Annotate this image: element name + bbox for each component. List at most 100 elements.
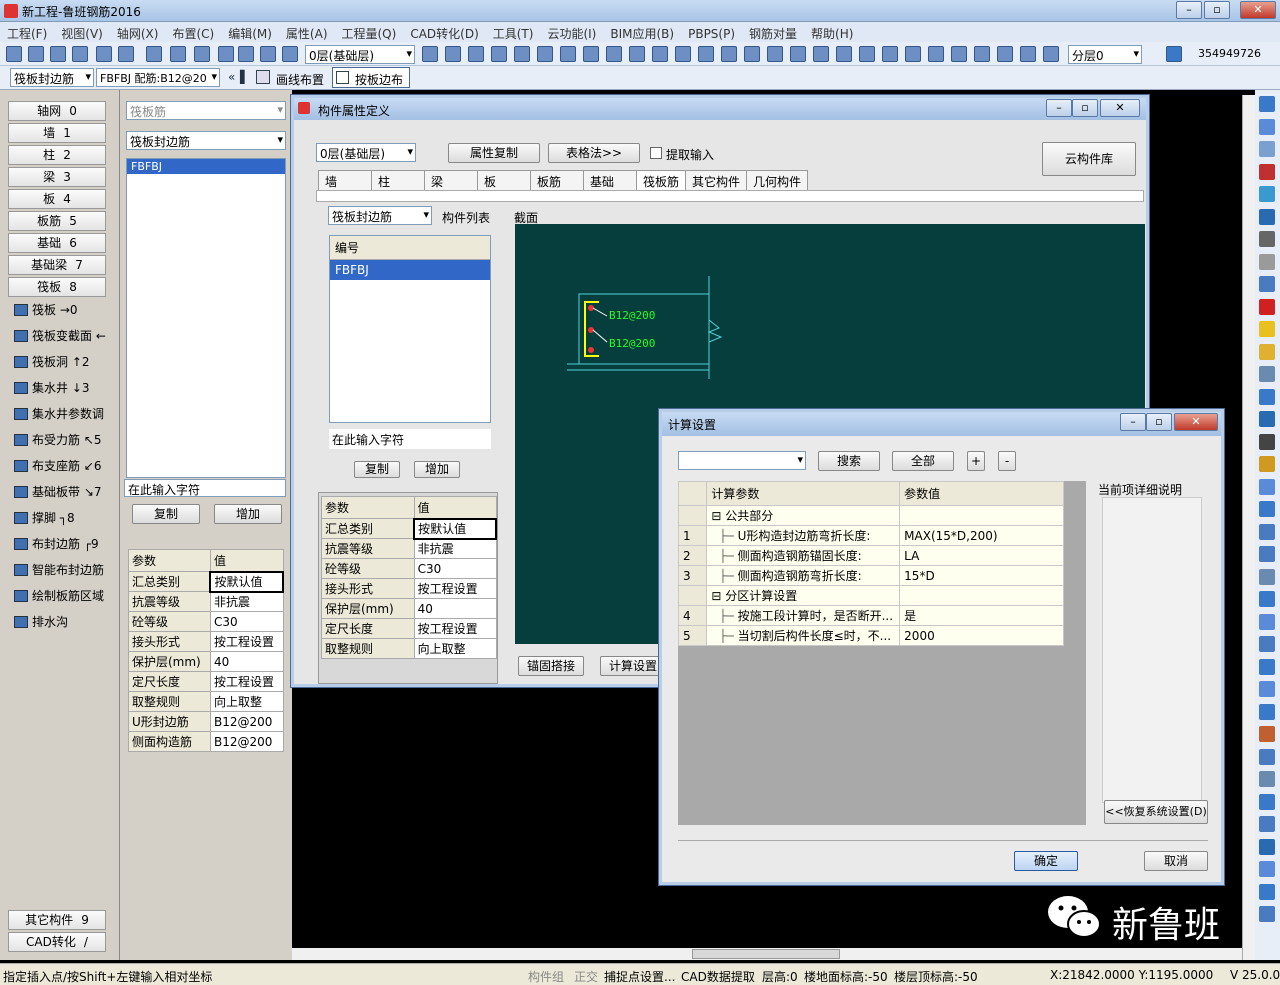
toolbar-tool-icon[interactable] — [836, 46, 852, 62]
toolbar-tool-icon[interactable] — [96, 46, 112, 62]
toolbar-tool-icon[interactable] — [514, 46, 530, 62]
toolbar-tool-icon[interactable] — [905, 46, 921, 62]
cancel-button[interactable]: 取消 — [1144, 851, 1208, 871]
category-button[interactable]: 筏板 8 — [8, 277, 106, 297]
toolbar-tool-icon[interactable] — [721, 46, 737, 62]
tool-icon[interactable] — [1259, 546, 1275, 562]
subitem-button[interactable]: 绘制板筋区域 — [14, 586, 104, 606]
dialog-search-input[interactable]: 在此输入字符 — [329, 429, 491, 449]
tool-icon[interactable] — [1259, 636, 1275, 652]
toolbar-tool-icon[interactable] — [146, 46, 162, 62]
tool-icon[interactable] — [1259, 478, 1275, 495]
table-row[interactable]: 1 ├─ U形构造封边筋弯折长度: MAX(15*D,200) — [677, 525, 1064, 546]
tab[interactable]: 梁 — [424, 170, 478, 190]
subitem-button[interactable]: 集水井参数调 — [14, 404, 104, 424]
category-button[interactable]: 柱2 — [8, 145, 106, 165]
expand-button[interactable]: + — [967, 451, 985, 471]
toolbar-tool-icon[interactable] — [170, 46, 186, 62]
edge-layout-button[interactable]: 按板边布 — [332, 67, 410, 88]
collapse-icon[interactable]: «▐ — [228, 70, 245, 84]
subitem-button[interactable]: 排水沟 — [14, 612, 68, 632]
calc-settings-button[interactable]: 计算设置 — [600, 656, 666, 676]
tool-icon[interactable] — [1259, 298, 1275, 315]
copy-button[interactable]: 复制 — [132, 504, 200, 524]
category-button[interactable]: 基础梁 7 — [8, 255, 106, 275]
toolbar-tool-icon[interactable] — [790, 46, 806, 62]
param-value[interactable]: B12@200 — [209, 711, 284, 732]
line-layout-button[interactable]: 画线布置 — [276, 71, 324, 88]
tab[interactable]: 其它构件 — [685, 170, 748, 190]
toolbar-tool-icon[interactable] — [72, 46, 88, 62]
dialog-close-button[interactable]: ✕ — [1100, 99, 1140, 117]
list-item[interactable]: FBFBJ — [330, 260, 490, 280]
dialog-maximize-button[interactable]: ▫ — [1146, 413, 1172, 431]
category-button[interactable]: 基础 6 — [8, 233, 106, 253]
minimize-button[interactable]: – — [1176, 1, 1202, 19]
tool-icon[interactable] — [1259, 748, 1275, 765]
toolbar-tool-icon[interactable] — [882, 46, 898, 62]
status-ortho[interactable]: 正交 — [574, 968, 598, 985]
add-button[interactable]: 增加 — [214, 504, 282, 524]
copy-property-button[interactable]: 属性复制 — [448, 143, 540, 163]
param-value[interactable]: B12@200 — [209, 731, 284, 752]
toolbar-tool-icon[interactable] — [50, 46, 66, 62]
subitem-button[interactable]: 智能布封边筋 — [14, 560, 104, 580]
param-value[interactable]: 按工程设置 — [413, 578, 497, 599]
param-value[interactable]: 按工程设置 — [413, 618, 497, 639]
toolbar-tool-icon[interactable] — [282, 46, 298, 62]
tool-icon[interactable] — [1259, 681, 1275, 697]
tool-icon[interactable] — [1259, 388, 1275, 405]
dialog-maximize-button[interactable]: ▫ — [1072, 99, 1098, 117]
toolbar-tool-icon[interactable] — [28, 46, 44, 62]
toolbar-tool-icon[interactable] — [629, 46, 645, 62]
menu-item[interactable]: PBPS(P) — [681, 24, 742, 44]
tool-icon[interactable] — [1259, 816, 1275, 832]
dialog-minimize-button[interactable]: – — [1120, 413, 1146, 431]
status-group[interactable]: 构件组 — [528, 968, 564, 985]
horizontal-scrollbar[interactable] — [292, 948, 1242, 960]
tree-toggle-icon[interactable]: ⊟ — [711, 589, 725, 603]
category-button[interactable]: 梁3 — [8, 167, 106, 187]
toolbar-tool-icon[interactable] — [422, 46, 438, 62]
param-value[interactable]: 向上取整 — [209, 691, 284, 712]
component-name-select[interactable]: FBFBJ 配筋:B12@20 — [96, 68, 220, 87]
table-row[interactable]: 2 ├─ 侧面构造钢筋锚固长度: LA — [677, 545, 1064, 566]
cloud-library-button[interactable]: 云构件库 — [1042, 142, 1136, 176]
toolbar-tool-icon[interactable] — [560, 46, 576, 62]
tab[interactable]: 几何构件 — [746, 170, 809, 190]
param-value[interactable] — [899, 585, 1064, 606]
toolbar-tool-icon[interactable] — [606, 46, 622, 62]
param-value[interactable]: C30 — [209, 611, 284, 632]
tab[interactable]: 墙 — [318, 170, 372, 190]
param-value[interactable] — [899, 505, 1064, 526]
status-cad[interactable]: CAD数据提取 — [681, 968, 755, 985]
toolbar-tool-icon[interactable] — [1020, 46, 1036, 62]
toolbar-tool-icon[interactable] — [260, 46, 276, 62]
param-value[interactable]: 非抗震 — [413, 538, 497, 559]
toolbar-tool-icon[interactable] — [974, 46, 990, 62]
toolbar-tool-icon[interactable] — [675, 46, 691, 62]
toolbar-tool-icon[interactable] — [652, 46, 668, 62]
dialog-type-select[interactable]: 筏板封边筋 — [328, 206, 432, 225]
table-row[interactable]: ⊟ 公共部分 — [677, 505, 1064, 526]
toolbar-tool-icon[interactable] — [194, 46, 210, 62]
subitem-button[interactable]: 布支座筋 ↙6 — [14, 456, 102, 476]
table-method-button[interactable]: 表格法>> — [548, 143, 640, 163]
restore-defaults-button[interactable]: <<恢复系统设置(D) — [1104, 800, 1208, 824]
tool-icon[interactable] — [1259, 658, 1275, 675]
toolbar-tool-icon[interactable] — [468, 46, 484, 62]
tool-icon[interactable] — [1259, 411, 1275, 427]
tool-icon[interactable] — [1259, 501, 1275, 517]
tool-icon[interactable] — [1259, 141, 1275, 157]
param-value[interactable]: 40 — [413, 598, 497, 619]
search-button[interactable]: 搜索 — [818, 451, 880, 471]
toolbar-tool-icon[interactable] — [813, 46, 829, 62]
tool-icon[interactable] — [1259, 883, 1275, 900]
vertical-scrollbar[interactable] — [1242, 95, 1255, 960]
tab[interactable]: 基础 — [583, 170, 637, 190]
param-value[interactable]: LA — [899, 545, 1064, 566]
toolbar-tool-icon[interactable] — [218, 46, 234, 62]
category-button[interactable]: 其它构件 9 — [8, 910, 106, 930]
tool-icon[interactable] — [1259, 433, 1275, 450]
toolbar-tool-icon[interactable] — [491, 46, 507, 62]
